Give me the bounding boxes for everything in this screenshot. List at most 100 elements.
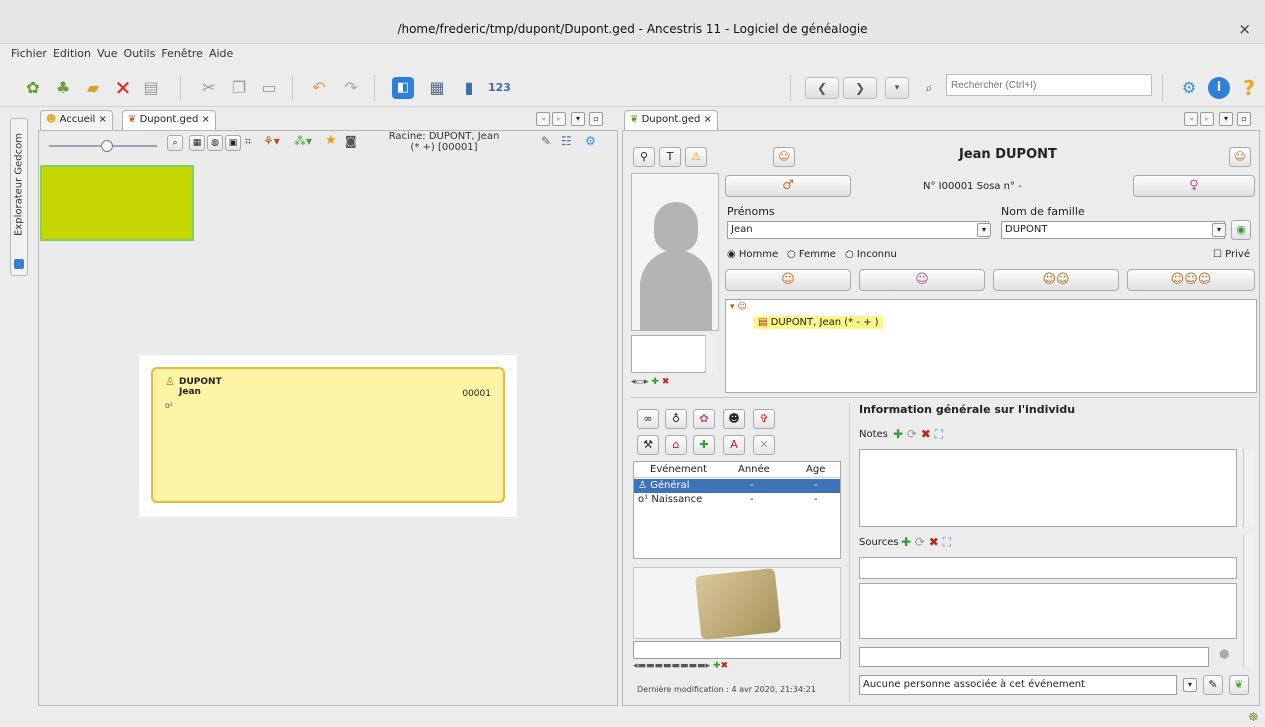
- association-dropdown-icon[interactable]: ▾: [1183, 678, 1197, 692]
- undo-icon[interactable]: ↶: [308, 77, 330, 99]
- event-residence-icon[interactable]: ⌂: [665, 435, 687, 455]
- add-spouse-button[interactable]: ☺☺: [993, 269, 1119, 291]
- person-icon[interactable]: ☺: [1229, 147, 1251, 167]
- expand-note-icon[interactable]: ⛶: [935, 427, 943, 441]
- col-evenement[interactable]: Evénement: [650, 464, 707, 475]
- name-tools-icon[interactable]: ◉: [1231, 220, 1251, 240]
- gear-icon[interactable]: ⚙: [1178, 77, 1200, 99]
- family-node-icon[interactable]: ▾ ☺: [730, 302, 747, 312]
- menu-vue[interactable]: Vue: [97, 46, 118, 62]
- add-note-icon[interactable]: ✚: [893, 427, 903, 441]
- expand-source-icon[interactable]: ⛶: [943, 535, 951, 549]
- add-source-icon[interactable]: ✚: [901, 535, 911, 549]
- link-note-icon[interactable]: ⟳: [907, 427, 917, 441]
- close-genealogy-icon[interactable]: ✕: [112, 77, 134, 99]
- event-delete-icon[interactable]: ✕: [753, 435, 775, 455]
- menu-fichier[interactable]: Fichier: [11, 46, 47, 62]
- menu-edition[interactable]: Edition: [53, 46, 91, 62]
- event-marriage-icon[interactable]: ∞: [637, 409, 659, 429]
- overview-minimap[interactable]: [40, 165, 194, 241]
- menu-aide[interactable]: Aide: [209, 46, 233, 62]
- descendants-icon[interactable]: ⁂▾: [294, 134, 312, 148]
- prive-checkbox[interactable]: ☐ Privé: [1213, 249, 1250, 260]
- scroll-right-icon[interactable]: ▸: [1200, 112, 1214, 126]
- copy-icon[interactable]: ❐: [228, 77, 250, 99]
- col-age[interactable]: Age: [806, 464, 825, 475]
- tree-canvas[interactable]: ♙ DUPONT Jean 00001 o¹: [139, 355, 517, 517]
- status-indicator-icon[interactable]: ☸: [1248, 710, 1259, 724]
- navigate-icon[interactable]: ◧: [392, 77, 414, 99]
- expand-icon[interactable]: ⌗: [245, 135, 251, 149]
- event-custom-icon[interactable]: A: [723, 435, 745, 455]
- tab-dupont-right[interactable]: ❦ Dupont.ged ×: [624, 110, 718, 130]
- association-tree-icon[interactable]: ❦: [1229, 675, 1249, 695]
- ancestors-icon[interactable]: ⚘▾: [263, 134, 280, 148]
- maximize-icon[interactable]: ▫: [1237, 112, 1251, 126]
- add-child-button[interactable]: ☺☺☺: [1127, 269, 1255, 291]
- search-input[interactable]: [946, 74, 1152, 96]
- forward-button[interactable]: ❯: [843, 77, 877, 99]
- add-brother-button[interactable]: ☺: [725, 269, 851, 291]
- event-media-frame[interactable]: [633, 567, 841, 641]
- person-card[interactable]: ♙ DUPONT Jean 00001 o¹: [151, 367, 505, 503]
- media-thumb-list[interactable]: [631, 335, 711, 373]
- tab-list-icon[interactable]: ▾: [1219, 112, 1233, 126]
- media-scrollbar[interactable]: [705, 335, 717, 373]
- sources-field[interactable]: [859, 557, 1237, 579]
- photo-icon[interactable]: ◙: [345, 134, 357, 148]
- history-dropdown[interactable]: ▾: [885, 77, 909, 99]
- link-source-icon[interactable]: ⟳: [915, 535, 925, 549]
- layout-icon[interactable]: ▦: [189, 135, 205, 151]
- event-occupation-icon[interactable]: ⚒: [637, 435, 659, 455]
- delete-note-icon[interactable]: ✖: [921, 427, 931, 441]
- source-record-icon[interactable]: ⬢: [1219, 647, 1229, 661]
- open-folder-icon[interactable]: ▰: [82, 77, 104, 99]
- nom-dropdown-icon[interactable]: ▾: [1212, 223, 1226, 237]
- star-icon[interactable]: ★: [325, 133, 337, 148]
- family-tree-list[interactable]: ▾ ☺ ▤ DUPONT, Jean (* - + ): [725, 299, 1257, 393]
- scroll-right-icon[interactable]: ▸: [552, 112, 566, 126]
- person-icon[interactable]: ☺: [773, 147, 795, 167]
- scroll-left-icon[interactable]: ◂: [1184, 112, 1198, 126]
- cut-icon[interactable]: ✂: [198, 77, 220, 99]
- delete-source-icon[interactable]: ✖: [929, 535, 939, 549]
- gear-icon[interactable]: ⚙: [585, 134, 596, 148]
- print-icon[interactable]: ▤: [140, 77, 162, 99]
- maximize-icon[interactable]: ▫: [589, 112, 603, 126]
- zoom-fit-icon[interactable]: ⌕: [167, 135, 183, 151]
- remove-media-icon[interactable]: ✖: [720, 661, 728, 671]
- father-button[interactable]: ♂: [725, 175, 851, 197]
- help-icon[interactable]: ?: [1238, 77, 1260, 99]
- add-media-icon[interactable]: ✚: [651, 377, 659, 387]
- remove-media-icon[interactable]: ✖: [662, 377, 670, 387]
- event-add-icon[interactable]: ✚: [693, 435, 715, 455]
- event-death-icon[interactable]: ✞: [753, 409, 775, 429]
- menu-outils[interactable]: Outils: [124, 46, 156, 62]
- back-button[interactable]: ❮: [805, 77, 839, 99]
- scroll-left-icon[interactable]: ◂: [536, 112, 550, 126]
- prenoms-dropdown-icon[interactable]: ▾: [977, 223, 991, 237]
- events-table[interactable]: Evénement Année Age ♙ Général - - o¹ Nai…: [633, 461, 841, 559]
- notes-area[interactable]: [859, 449, 1237, 527]
- vertical-splitter[interactable]: [849, 403, 850, 703]
- sex-radio-inconnu[interactable]: ○ Inconnu: [845, 249, 897, 260]
- sources-scrollbar[interactable]: [1243, 535, 1255, 667]
- source-extra-field[interactable]: [859, 647, 1209, 667]
- media-title-field[interactable]: [633, 641, 841, 659]
- redo-icon[interactable]: ↷: [340, 77, 362, 99]
- new-genealogy-icon[interactable]: ✿: [22, 77, 44, 99]
- media-controls[interactable]: ◂▭▸ ✚ ✖: [631, 377, 719, 389]
- warning-icon[interactable]: ⚠: [685, 147, 707, 167]
- tree-item-person[interactable]: ▤ DUPONT, Jean (* - + ): [754, 316, 883, 329]
- gedcom-explorer-side-tab[interactable]: Explorateur Gedcom: [10, 118, 28, 276]
- menu-fenetre[interactable]: Fenêtre: [161, 46, 203, 62]
- link-icon[interactable]: ⚲: [633, 147, 655, 167]
- new-tree-icon[interactable]: ♣: [52, 77, 74, 99]
- mother-button[interactable]: ♀: [1133, 175, 1255, 197]
- frame-icon[interactable]: ▣: [225, 135, 241, 151]
- event-row-general[interactable]: ♙ Général - -: [634, 479, 840, 493]
- col-annee[interactable]: Année: [738, 464, 770, 475]
- add-sister-button[interactable]: ☺: [859, 269, 985, 291]
- colors-icon[interactable]: ◍: [207, 135, 223, 151]
- prenoms-field[interactable]: Jean: [727, 221, 989, 239]
